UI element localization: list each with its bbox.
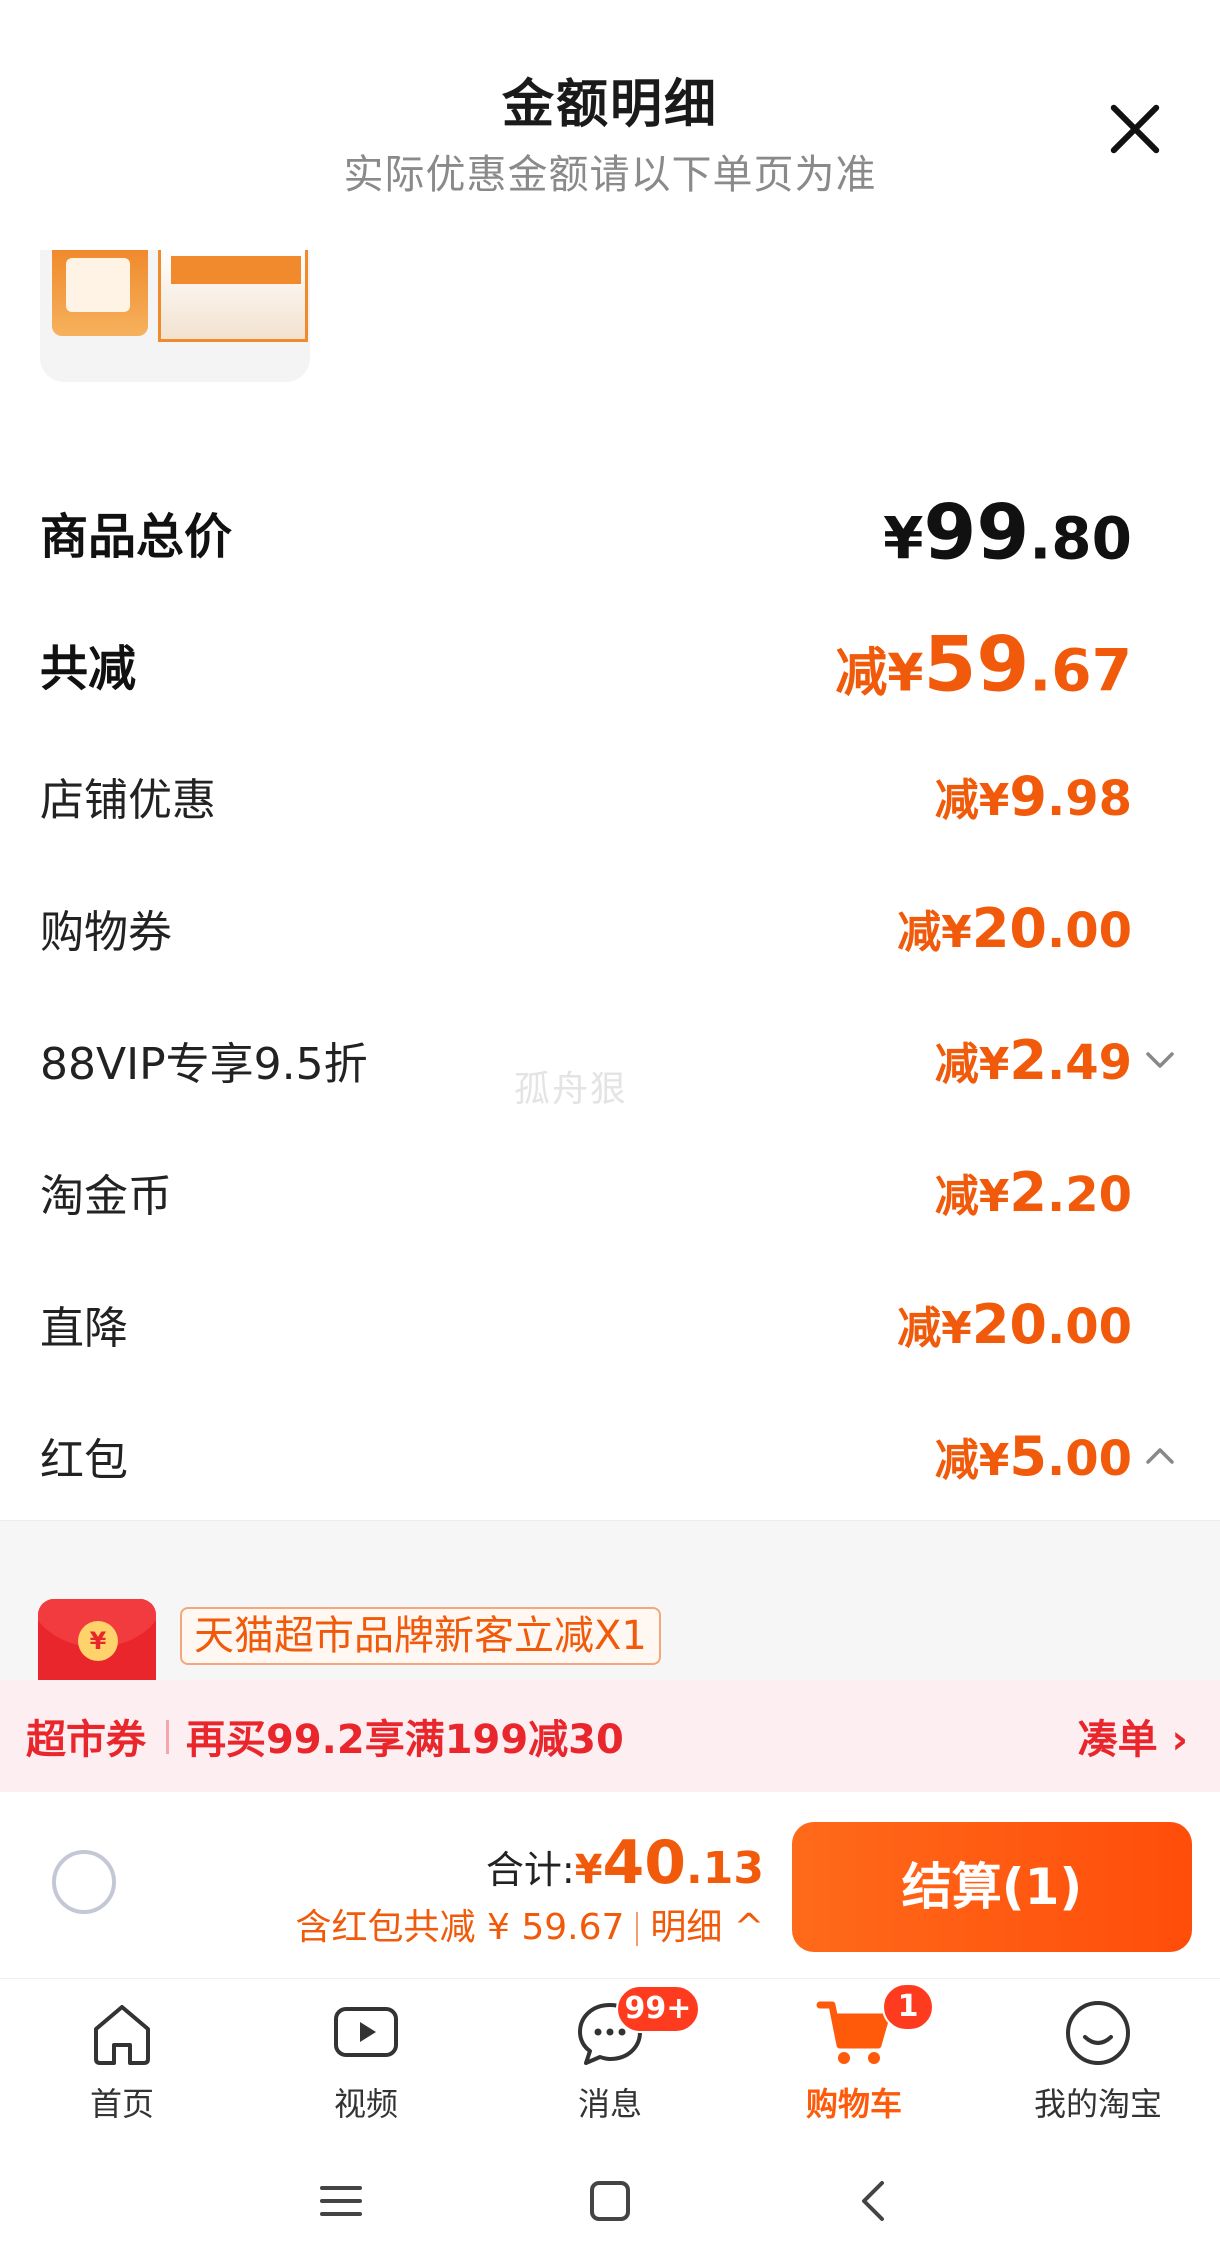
- video-icon: [328, 1995, 404, 2071]
- menu-icon[interactable]: [306, 2166, 376, 2236]
- discount-label: 购物券: [40, 907, 172, 958]
- discount-amount: 减¥2.20: [934, 1161, 1132, 1224]
- total-reduction-label: 共减: [40, 641, 137, 697]
- tab-video[interactable]: 视频: [244, 1979, 488, 2139]
- discount-amount: 减¥5.00: [934, 1425, 1132, 1488]
- coin-symbol: ¥: [78, 1621, 118, 1661]
- profile-icon: [1060, 1995, 1136, 2071]
- sheet-header: 金额明细 实际优惠金额请以下单页为准: [0, 0, 1220, 220]
- discount-row: 淘金币 减¥2.20: [40, 1152, 1180, 1232]
- discount-label: 淘金币: [40, 1171, 172, 1222]
- cart-badge: 1: [882, 1983, 934, 2031]
- total-price-amount: ¥99.80: [883, 487, 1132, 577]
- chevron-up-icon[interactable]: [1140, 1436, 1180, 1476]
- coupon-bar: 超市券 再买99.2享满199减30 凑单 ›: [0, 1680, 1220, 1792]
- saving-detail-toggle[interactable]: 含红包共减 ¥ 59.67 明细 ^: [296, 1898, 764, 1950]
- detail-link: 明细 ^: [650, 1907, 764, 1948]
- discount-row[interactable]: 红包 减¥5.00: [40, 1416, 1180, 1496]
- tab-messages[interactable]: 99+ 消息: [488, 1979, 732, 2139]
- redpack-panel: ¥ 天猫超市品牌新客立减X1: [0, 1520, 1220, 1681]
- discount-row: 店铺优惠 减¥9.98: [40, 756, 1180, 836]
- tab-cart[interactable]: 1 购物车: [732, 1979, 976, 2139]
- system-navigation-bar: [0, 2138, 1220, 2265]
- product-bottle-image: [52, 250, 148, 336]
- checkout-total: 合计:¥40.13: [485, 1828, 764, 1898]
- coupon-separator: [166, 1720, 169, 1754]
- checkout-bar: 合计:¥40.13 含红包共减 ¥ 59.67 明细 ^ 结算(1): [0, 1792, 1220, 1978]
- red-envelope-icon: ¥: [38, 1599, 156, 1681]
- total-price-label: 商品总价: [40, 509, 233, 565]
- chevron-down-icon[interactable]: [1140, 1040, 1180, 1080]
- discount-label: 88VIP专享9.5折: [40, 1039, 368, 1090]
- coupon-tag: 超市券: [26, 1717, 146, 1763]
- discount-amount: 减¥20.00: [897, 1293, 1132, 1356]
- coupon-message: 再买99.2享满199减30: [186, 1717, 624, 1763]
- discount-amount: 减¥20.00: [897, 897, 1132, 960]
- divider: [636, 1912, 639, 1946]
- close-icon[interactable]: [1106, 100, 1164, 158]
- tab-home[interactable]: 首页: [0, 1979, 244, 2139]
- product-thumbnail: [40, 250, 310, 382]
- discount-label: 直降: [40, 1303, 128, 1354]
- add-items-link[interactable]: 凑单 ›: [1078, 1707, 1188, 1765]
- redpack-tag[interactable]: 天猫超市品牌新客立减X1: [180, 1607, 661, 1665]
- discount-label: 店铺优惠: [40, 775, 216, 826]
- back-icon[interactable]: [840, 2166, 910, 2236]
- discount-row: 购物券 减¥20.00: [40, 888, 1180, 968]
- total-price-row: 商品总价 ¥99.80: [40, 488, 1180, 577]
- home-icon: [84, 1995, 160, 2071]
- cart-icon: [816, 1995, 892, 2071]
- select-all-checkbox[interactable]: [52, 1850, 116, 1914]
- discount-amount: 减¥9.98: [934, 765, 1132, 828]
- product-carton-image: [158, 250, 308, 342]
- saving-text: 含红包共减 ¥ 59.67: [295, 1907, 625, 1948]
- discount-amount: 减¥2.49: [934, 1029, 1132, 1092]
- tab-my-taobao[interactable]: 我的淘宝: [976, 1979, 1220, 2139]
- total-reduction-amount: 减¥59.67: [835, 619, 1132, 709]
- sheet-subtitle: 实际优惠金额请以下单页为准: [343, 152, 877, 198]
- home-square-icon[interactable]: [575, 2166, 645, 2236]
- discount-label: 红包: [40, 1435, 128, 1486]
- total-reduction-row: 共减 减¥59.67: [40, 620, 1180, 709]
- discount-row: 直降 减¥20.00: [40, 1284, 1180, 1364]
- checkout-button[interactable]: 结算(1): [792, 1822, 1192, 1952]
- sheet-title: 金额明细: [501, 75, 718, 135]
- message-badge: 99+: [616, 1985, 700, 2033]
- bottom-tabbar: 首页 视频 99+ 消息 1 购物车 我的淘宝: [0, 1978, 1220, 2138]
- watermark-text: 孤舟狠: [514, 1069, 629, 1110]
- amount-detail-sheet: 金额明细 实际优惠金额请以下单页为准 商品总价 ¥99.80 共减 减¥59.6…: [0, 0, 1220, 1520]
